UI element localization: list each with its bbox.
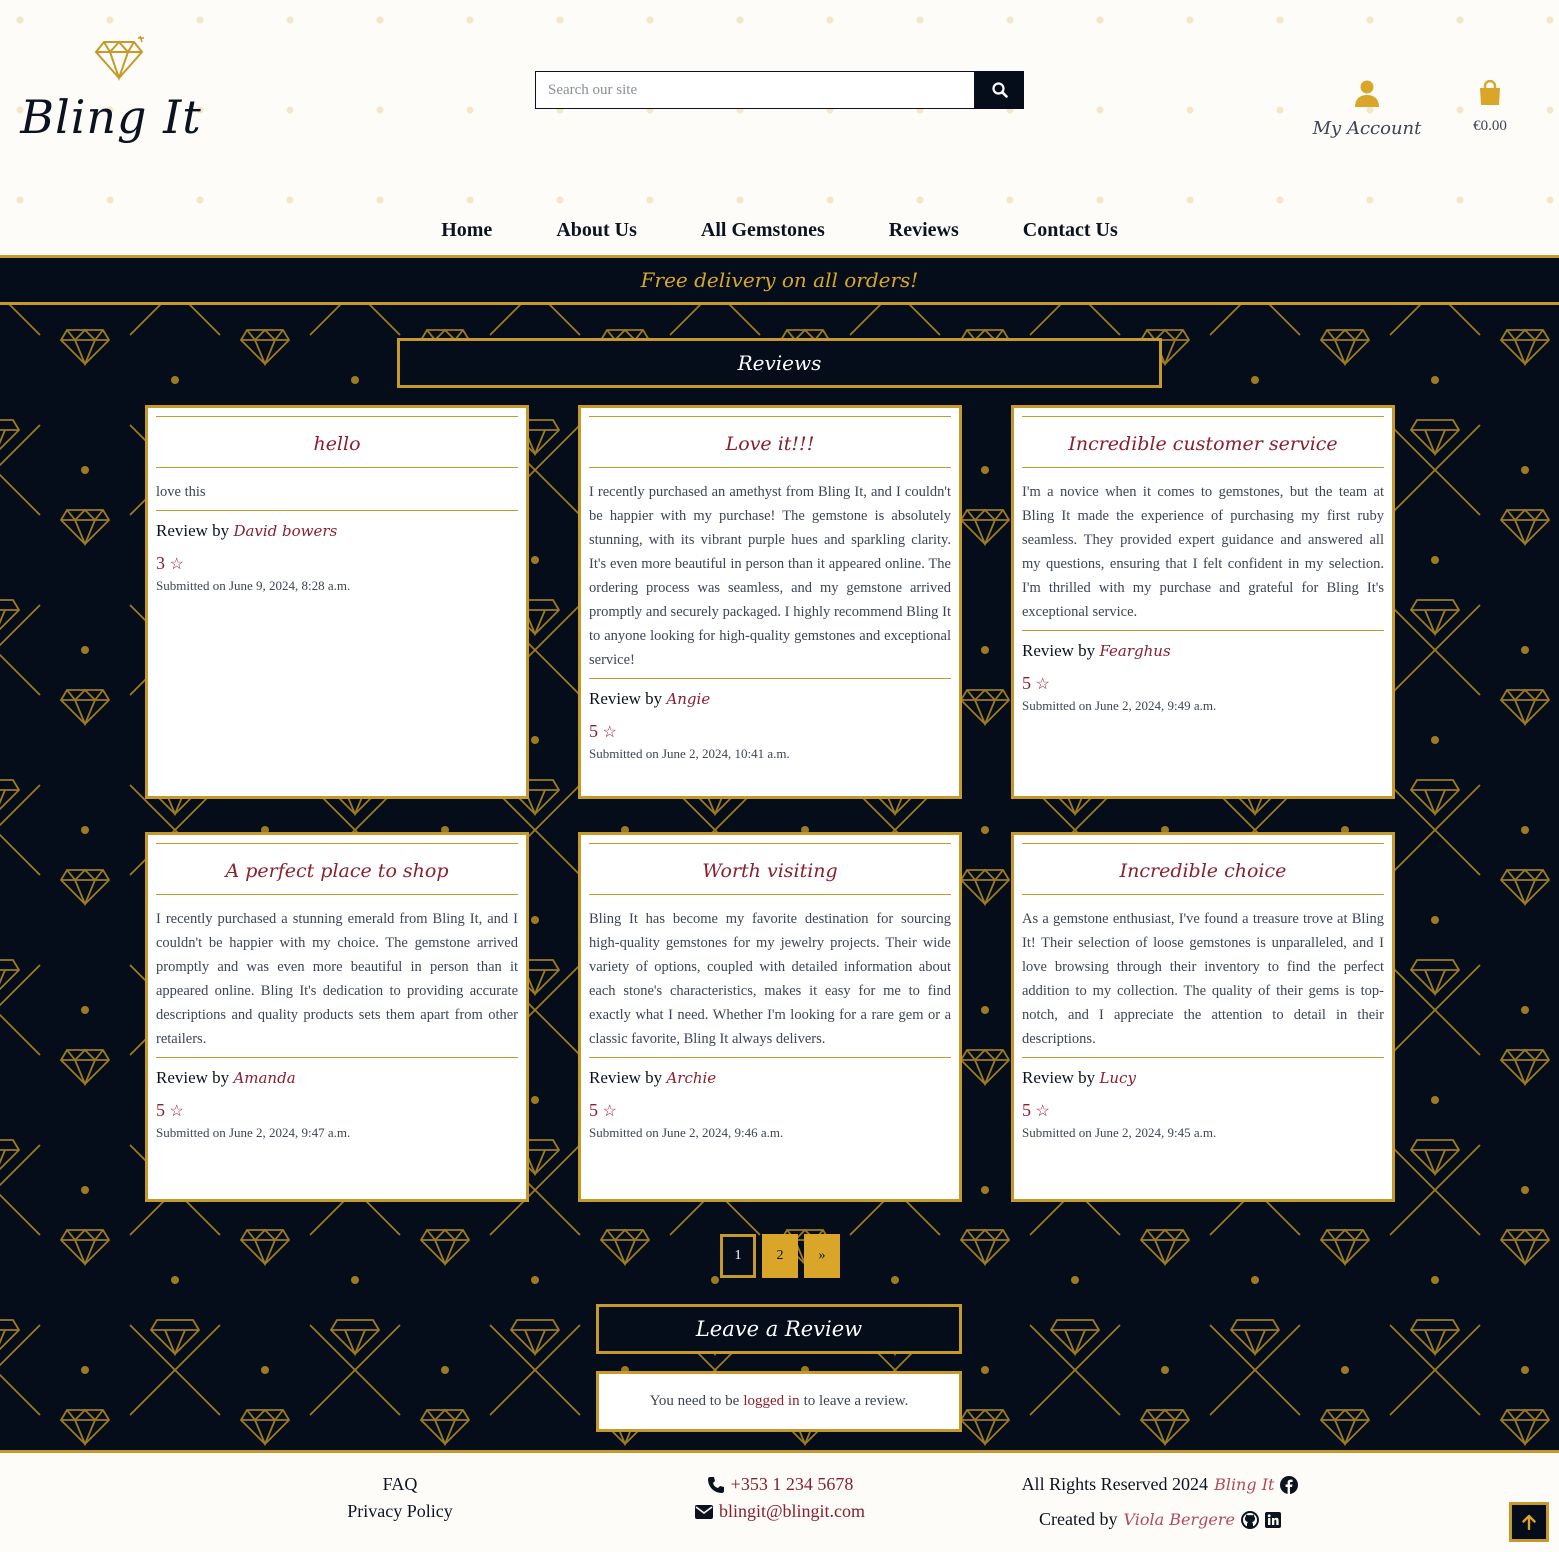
cart-total: €0.00 <box>1473 118 1507 134</box>
linkedin-icon[interactable] <box>1264 1511 1281 1528</box>
review-date: Submitted on June 2, 2024, 10:41 a.m. <box>589 746 790 761</box>
review-author: Amanda <box>233 1069 296 1087</box>
reviews-section: Reviews hello love this Review by David … <box>0 305 1559 1450</box>
review-rating: 5 ☆ <box>1022 673 1050 693</box>
created-by-label: Created by <box>1039 1509 1118 1529</box>
search-icon <box>991 82 1008 98</box>
star-outline-icon: ☆ <box>602 724 617 741</box>
footer-contact: +353 1 234 5678 blingit@blingit.com <box>640 1471 920 1525</box>
review-title: Love it!!! <box>589 417 951 468</box>
login-notice: You need to be logged in to leave a revi… <box>596 1371 962 1432</box>
next-page-button[interactable]: » <box>804 1234 840 1278</box>
search-form <box>535 71 1024 109</box>
diamond-icon <box>94 35 144 82</box>
nav-all-gemstones[interactable]: All Gemstones <box>669 216 857 244</box>
page-2-button[interactable]: 2 <box>762 1234 798 1278</box>
review-author: Lucy <box>1099 1069 1136 1087</box>
review-body: I'm a novice when it comes to gemstones,… <box>1022 468 1384 631</box>
review-author-line: Review by Lucy <box>1022 1068 1136 1087</box>
brand-name: Bling It <box>20 90 202 144</box>
nav-reviews[interactable]: Reviews <box>857 216 991 244</box>
review-author-line: Review by Archie <box>589 1068 717 1087</box>
review-card: A perfect place to shop I recently purch… <box>145 832 529 1202</box>
review-body: love this <box>156 468 518 511</box>
review-title: Worth visiting <box>589 844 951 895</box>
main-nav: Home About Us All Gemstones Reviews Cont… <box>0 216 1559 244</box>
logo[interactable]: Bling It <box>16 34 206 154</box>
review-title: A perfect place to shop <box>156 844 518 895</box>
review-title: Incredible choice <box>1022 844 1384 895</box>
faq-link[interactable]: FAQ <box>383 1474 418 1495</box>
review-author-line: Review by Fearghus <box>1022 641 1171 660</box>
arrow-up-icon <box>1522 1514 1536 1530</box>
review-date: Submitted on June 2, 2024, 9:45 a.m. <box>1022 1125 1217 1140</box>
review-date: Submitted on June 2, 2024, 9:49 a.m. <box>1022 698 1217 713</box>
star-outline-icon: ☆ <box>1035 1103 1050 1120</box>
review-author: David bowers <box>233 522 338 540</box>
user-icon <box>1355 80 1379 107</box>
review-body: I recently purchased an amethyst from Bl… <box>589 468 951 679</box>
search-input[interactable] <box>535 71 975 109</box>
phone-icon <box>707 1476 724 1493</box>
star-outline-icon: ☆ <box>1035 676 1050 693</box>
leave-review-heading: Leave a Review <box>596 1304 962 1354</box>
review-card: Love it!!! I recently purchased an ameth… <box>578 405 962 799</box>
review-author: Fearghus <box>1099 642 1171 660</box>
review-rating: 3 ☆ <box>156 553 184 573</box>
envelope-icon <box>694 1504 713 1519</box>
search-button[interactable] <box>975 71 1024 109</box>
facebook-icon[interactable] <box>1280 1475 1299 1494</box>
github-icon[interactable] <box>1240 1510 1259 1529</box>
review-card: Worth visiting Bling It has become my fa… <box>578 832 962 1202</box>
email-link[interactable]: blingit@blingit.com <box>719 1501 865 1522</box>
footer-credits: All Rights Reserved 2024 Bling It Create… <box>1000 1471 1320 1533</box>
creator-name: Viola Bergere <box>1123 1510 1235 1529</box>
review-title: hello <box>156 417 518 468</box>
page-1-button[interactable]: 1 <box>720 1234 756 1278</box>
review-rating: 5 ☆ <box>156 1100 184 1120</box>
nav-home[interactable]: Home <box>409 216 524 244</box>
review-date: Submitted on June 9, 2024, 8:28 a.m. <box>156 578 351 593</box>
banner-text: Free delivery on all orders! <box>640 268 919 292</box>
review-date: Submitted on June 2, 2024, 9:47 a.m. <box>156 1125 351 1140</box>
pagination: 1 2 » <box>720 1234 840 1278</box>
review-author: Angie <box>666 690 711 708</box>
reviews-heading: Reviews <box>397 338 1162 388</box>
back-to-top-button[interactable] <box>1509 1502 1549 1542</box>
privacy-policy-link[interactable]: Privacy Policy <box>347 1501 453 1522</box>
star-outline-icon: ☆ <box>602 1103 617 1120</box>
account-label: My Account <box>1312 118 1422 139</box>
review-card: Incredible customer service I'm a novice… <box>1011 405 1395 799</box>
review-author-line: Review by Angie <box>589 689 711 708</box>
review-author-line: Review by David bowers <box>156 521 338 540</box>
account-link[interactable]: My Account <box>1308 80 1426 139</box>
review-card: hello love this Review by David bowers 3… <box>145 405 529 799</box>
review-body: As a gemstone enthusiast, I've found a t… <box>1022 895 1384 1058</box>
review-rating: 5 ☆ <box>589 721 617 741</box>
review-rating: 5 ☆ <box>1022 1100 1050 1120</box>
review-body: I recently purchased a stunning emerald … <box>156 895 518 1058</box>
review-author-line: Review by Amanda <box>156 1068 296 1087</box>
nav-contact-us[interactable]: Contact Us <box>991 216 1150 244</box>
phone-link[interactable]: +353 1 234 5678 <box>731 1474 854 1495</box>
star-outline-icon: ☆ <box>169 556 184 573</box>
footer-links: FAQ Privacy Policy <box>300 1471 500 1525</box>
header: Bling It My Account €0.00 Home About Us … <box>0 0 1559 256</box>
footer: FAQ Privacy Policy +353 1 234 5678 bling… <box>0 1450 1559 1552</box>
review-rating: 5 ☆ <box>589 1100 617 1120</box>
review-body: Bling It has become my favorite destinat… <box>589 895 951 1058</box>
review-card: Incredible choice As a gemstone enthusia… <box>1011 832 1395 1202</box>
shopping-bag-icon <box>1480 79 1500 105</box>
star-outline-icon: ☆ <box>169 1103 184 1120</box>
delivery-banner: Free delivery on all orders! <box>0 255 1559 305</box>
cart-link[interactable]: €0.00 <box>1460 79 1520 135</box>
footer-brand: Bling It <box>1214 1475 1275 1494</box>
review-title: Incredible customer service <box>1022 417 1384 468</box>
copyright-text: All Rights Reserved 2024 <box>1021 1474 1209 1494</box>
login-link[interactable]: logged in <box>743 1393 799 1410</box>
review-date: Submitted on June 2, 2024, 9:46 a.m. <box>589 1125 784 1140</box>
nav-about-us[interactable]: About Us <box>524 216 669 244</box>
review-author: Archie <box>666 1069 717 1087</box>
